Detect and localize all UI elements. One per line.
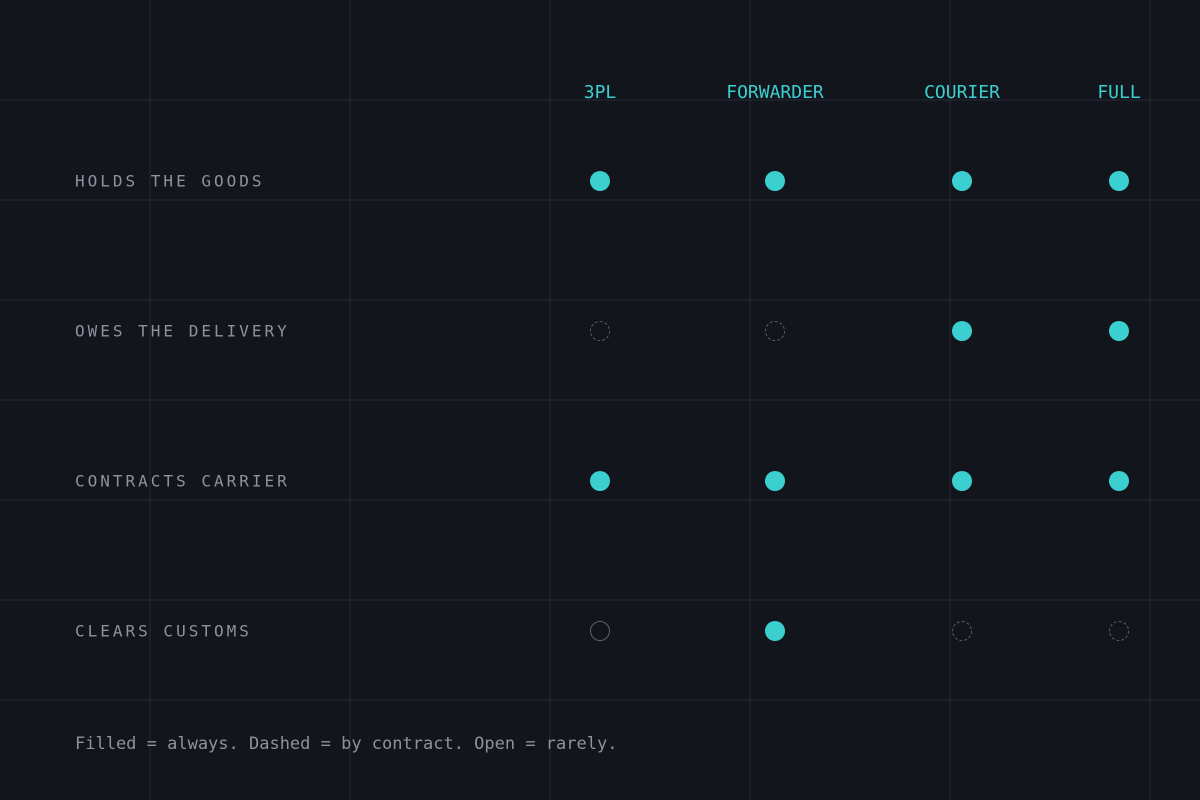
row-label-clears-customs: CLEARS CUSTOMS xyxy=(75,621,252,641)
mark-filled-r2-c0 xyxy=(590,471,610,491)
mark-filled-r1-c2 xyxy=(952,321,972,341)
mark-filled-r2-c1 xyxy=(765,471,785,491)
mark-dashed-r1-c1 xyxy=(765,321,785,341)
legend-text: Filled = always. Dashed = by contract. O… xyxy=(75,734,618,754)
mark-filled-r0-c2 xyxy=(952,171,972,191)
background-grid xyxy=(0,0,1200,800)
mark-filled-r2-c3 xyxy=(1109,471,1129,491)
column-header-3pl: 3PL xyxy=(583,82,617,103)
column-header-full: FULL xyxy=(1097,82,1141,103)
column-header-courier: COURIER xyxy=(924,82,1000,103)
mark-dashed-r1-c0 xyxy=(590,321,610,341)
mark-open-r3-c0 xyxy=(590,621,610,641)
mark-filled-r0-c3 xyxy=(1109,171,1129,191)
row-label-owes-the-delivery: OWES THE DELIVERY xyxy=(75,321,290,341)
column-header-forwarder: FORWARDER xyxy=(726,82,824,103)
mark-dashed-r3-c3 xyxy=(1109,621,1129,641)
row-label-holds-the-goods: HOLDS THE GOODS xyxy=(75,171,265,191)
mark-filled-r3-c1 xyxy=(765,621,785,641)
mark-filled-r0-c0 xyxy=(590,171,610,191)
mark-filled-r0-c1 xyxy=(765,171,785,191)
mark-dashed-r3-c2 xyxy=(952,621,972,641)
mark-filled-r1-c3 xyxy=(1109,321,1129,341)
mark-filled-r2-c2 xyxy=(952,471,972,491)
row-label-contracts-carrier: CONTRACTS CARRIER xyxy=(75,471,290,491)
